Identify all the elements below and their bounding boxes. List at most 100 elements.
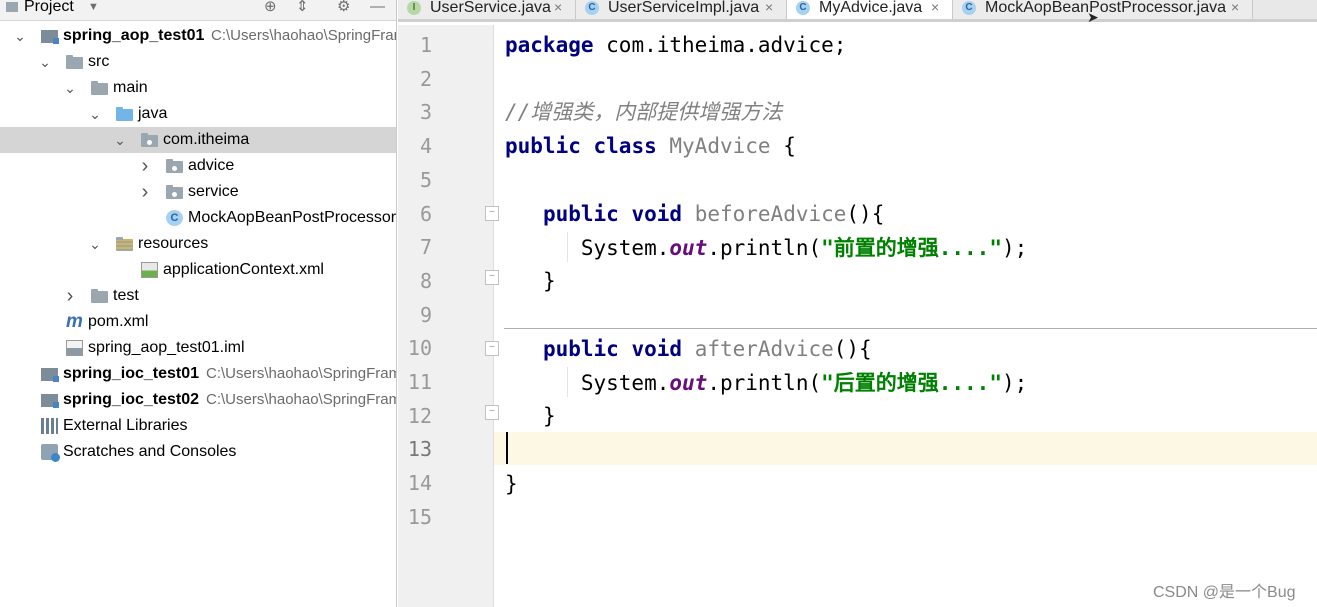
tab-myadvice-java[interactable]: C MyAdvice.java × — [787, 0, 953, 19]
chevron-down-icon[interactable]: ▼ — [88, 0, 99, 14]
tree-item-mockaopbeanpostprocessor[interactable]: C MockAopBeanPostProcessor — [0, 205, 396, 231]
line-number: 11 — [407, 370, 432, 394]
method-call: .println( — [707, 236, 822, 260]
interface-icon: I — [407, 1, 421, 15]
code-line-11[interactable]: System.out.println("后置的增强...."); — [505, 366, 1027, 400]
fold-toggle-icon[interactable]: − — [485, 206, 499, 221]
chevron-down-icon[interactable]: ⌄ — [113, 127, 127, 153]
chevron-right-icon[interactable]: › — [138, 153, 152, 179]
chevron-right-icon[interactable]: › — [63, 283, 77, 309]
gear-icon[interactable]: ⚙ — [337, 0, 350, 14]
package-icon — [141, 133, 158, 147]
tree-item-label: spring_aop_test01.iml — [88, 339, 245, 356]
tree-item-pom-xml[interactable]: m pom.xml — [0, 309, 396, 335]
tree-item-service[interactable]: › service — [0, 179, 396, 205]
tree-item-com-itheima[interactable]: ⌄ com.itheima — [0, 127, 396, 153]
code-line-7[interactable]: System.out.println("前置的增强...."); — [505, 231, 1027, 265]
tree-item-label: External Libraries — [63, 417, 188, 434]
code-line-10[interactable]: public void afterAdvice(){ — [505, 332, 872, 366]
fold-toggle-icon[interactable]: − — [485, 270, 499, 285]
tree-item-test[interactable]: › test — [0, 283, 396, 309]
tab-userservice-java[interactable]: I UserService.java × — [398, 0, 576, 19]
close-icon[interactable]: × — [554, 0, 562, 15]
brace: } — [542, 404, 556, 428]
line-number: 8 — [419, 268, 432, 293]
tree-item-label: main — [113, 79, 148, 96]
module-icon — [41, 368, 59, 382]
close-icon[interactable]: × — [931, 0, 939, 15]
project-panel-header: Project ▼ ⊕ ⇕ ⚙ — — [0, 0, 396, 21]
tree-item-spring-aop-test01-iml[interactable]: spring_aop_test01.iml — [0, 335, 396, 361]
chevron-right-icon[interactable]: › — [138, 179, 152, 205]
fold-toggle-icon[interactable]: − — [485, 341, 499, 356]
package-dot-icon — [172, 192, 177, 197]
project-panel-title[interactable]: Project — [24, 0, 74, 15]
tree-item-label: resources — [138, 235, 209, 252]
folder-icon — [91, 81, 108, 95]
chevron-down-icon[interactable]: ⌄ — [63, 75, 77, 101]
tree-item-spring-ioc-test02[interactable]: spring_ioc_test02 C:\Users\haohao\SpringF… — [0, 387, 396, 413]
keyword: public — [505, 134, 581, 158]
tree-item-label: src — [88, 53, 110, 70]
tree-item-spring-ioc-test01[interactable]: spring_ioc_test01 C:\Users\haohao\SpringF… — [0, 361, 396, 387]
tree-item-advice[interactable]: › advice — [0, 153, 396, 179]
static-field: out — [669, 236, 708, 260]
tree-item-applicationcontext-xml[interactable]: applicationContext.xml — [0, 257, 396, 283]
tree-item-label: java — [138, 105, 168, 122]
tree-item-scratches-and-consoles[interactable]: Scratches and Consoles — [0, 439, 396, 465]
tree-item-spring-aop-test01[interactable]: ⌄ spring_aop_test01 C:\Users\haohao\Spring… — [0, 23, 397, 49]
chevron-down-icon[interactable]: ⌄ — [88, 101, 102, 127]
line-number: 6 — [419, 201, 432, 226]
minimize-icon[interactable]: — — [370, 0, 385, 14]
keyword: void — [631, 337, 683, 361]
code-line-3[interactable]: //增强类，内部提供增强方法 — [505, 95, 782, 129]
line-number: 4 — [419, 134, 432, 159]
code-line-14[interactable]: } — [505, 467, 518, 501]
tab-userserviceimpl-java[interactable]: C UserServiceImpl.java × — [576, 0, 787, 19]
package-icon — [166, 185, 183, 199]
collapse-icon[interactable]: ⇕ — [296, 0, 309, 14]
keyword: void — [631, 202, 683, 226]
module-icon — [41, 394, 59, 408]
code-line-12[interactable]: } — [505, 399, 556, 433]
tree-item-label: pom.xml — [88, 313, 149, 330]
line-number: 3 — [419, 100, 432, 125]
fold-toggle-icon[interactable]: − — [485, 405, 499, 420]
chevron-down-icon[interactable]: ⌄ — [88, 231, 102, 257]
method-name: afterAdvice — [694, 337, 834, 361]
tree-item-external-libraries[interactable]: External Libraries — [0, 413, 396, 439]
tree-item-label: spring_ioc_test02 — [63, 391, 200, 408]
keyword: class — [593, 134, 657, 158]
text-caret — [506, 432, 508, 464]
module-path: C:\Users\haohao\SpringFrame — [211, 27, 397, 44]
method-call: .println( — [707, 371, 822, 395]
class-icon: C — [166, 210, 183, 226]
editor-gutter[interactable]: 1 2 3 4 5 6 7 8 9 10 11 12 13 14 15− − − − — [398, 25, 499, 607]
package-dot-icon — [172, 166, 177, 171]
tab-mockaopbeanpostprocessor-java[interactable]: C MockAopBeanPostProcessor.java × — [953, 0, 1253, 19]
line-number: 14 — [407, 471, 432, 496]
line-number: 9 — [419, 302, 432, 327]
code-line-4[interactable]: public class MyAdvice { — [505, 129, 796, 163]
line-number: 7 — [419, 235, 432, 260]
tree-item-resources[interactable]: ⌄ resources — [0, 231, 396, 257]
tree-item-src[interactable]: ⌄ src — [0, 49, 396, 75]
tree-item-java[interactable]: ⌄ java — [0, 101, 396, 127]
editor-tab-bar: I UserService.java × C UserServiceImpl.java ×… — [398, 0, 1317, 22]
system-ref: System. — [580, 236, 670, 260]
line-number: 12 — [407, 403, 432, 428]
tree-item-label: spring_aop_test01 — [63, 27, 205, 44]
code-line-8[interactable]: } — [505, 264, 556, 298]
target-icon[interactable]: ⊕ — [264, 0, 277, 14]
tab-label: MyAdvice.java — [819, 0, 923, 16]
chevron-down-icon[interactable]: ⌄ — [13, 23, 27, 49]
close-icon[interactable]: × — [765, 0, 773, 15]
code-line-1[interactable]: package com.itheima.advice; — [505, 28, 846, 62]
iml-file-icon — [66, 340, 83, 356]
tree-item-main[interactable]: ⌄ main — [0, 75, 396, 101]
chevron-down-icon[interactable]: ⌄ — [38, 49, 52, 75]
close-icon[interactable]: × — [1231, 0, 1239, 15]
mouse-pointer-icon: ➤ — [1087, 9, 1099, 25]
code-line-6[interactable]: public void beforeAdvice(){ — [505, 197, 884, 231]
class-icon: C — [962, 1, 976, 15]
